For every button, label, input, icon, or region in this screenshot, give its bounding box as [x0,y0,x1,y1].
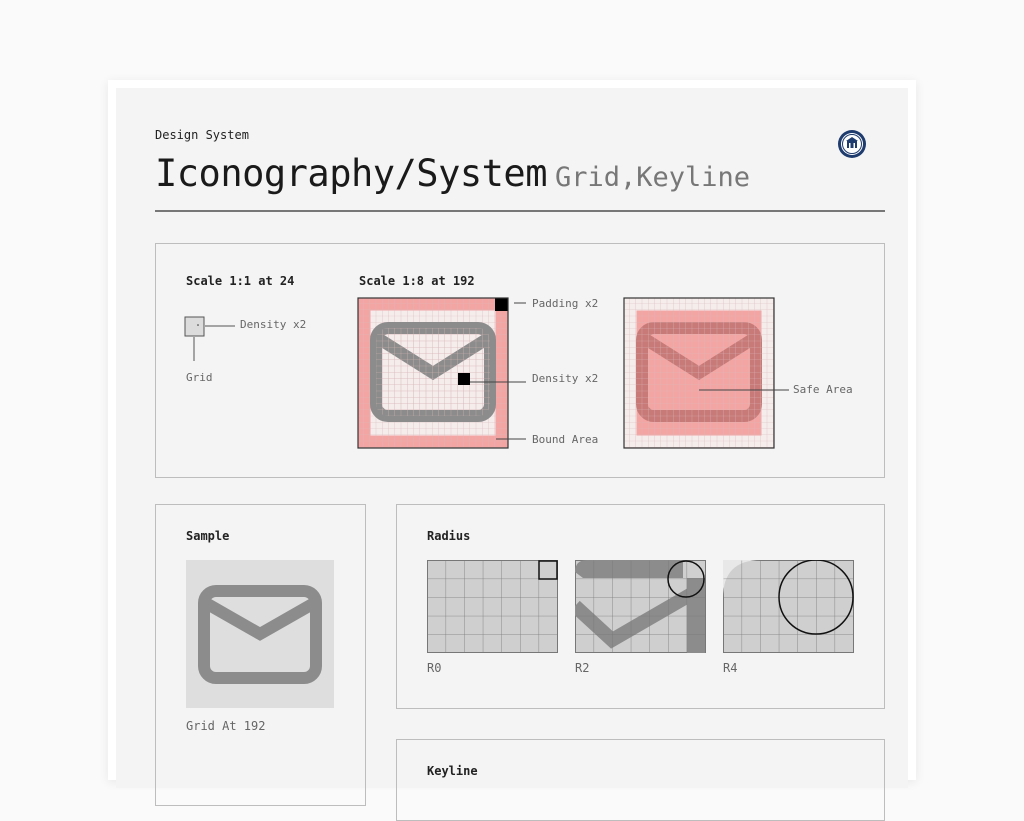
mail-icon [186,560,334,708]
keyline-panel [396,739,885,821]
density-annotation-small: Density x2 [240,318,307,331]
radius-r4-caption: R4 [723,661,738,675]
title-divider [155,210,885,212]
page-subtitle: Grid,Keyline [554,162,751,193]
keyline-label: Keyline [427,764,478,778]
safe-area-annotation: Safe Area [793,383,853,396]
page-title: Iconography/System Grid,Keyline [155,152,750,195]
radius-r0-caption: R0 [427,661,442,675]
grid-annotation: Grid [186,371,213,384]
keyline-grid-safe [623,297,775,449]
density-leader-line [205,325,235,327]
radius-r2-preview [575,560,706,653]
eyebrow-label: Design System [155,128,249,142]
radius-r0-preview [427,560,558,653]
scale-small-label: Scale 1:1 at 24 [186,274,295,288]
scale-large-label: Scale 1:8 at 192 [359,274,475,288]
sample-label: Sample [186,529,230,543]
seal-logo-icon [838,130,866,158]
radius-r4-preview [723,560,854,653]
radius-r2-caption: R2 [575,661,590,675]
bound-area-annotation: Bound Area [532,433,599,446]
radius-label: Radius [427,529,471,543]
padding-annotation: Padding x2 [532,297,599,310]
sheet-content: Design System Iconography/System Grid,Key… [116,88,908,821]
sample-caption: Grid At 192 [186,719,266,733]
title-text: Iconography/System [155,152,547,195]
design-sheet: Design System Iconography/System Grid,Key… [108,80,916,821]
safe-area-leader [699,389,789,391]
density-annotation-large: Density x2 [532,372,599,385]
grid1-leaders [470,302,526,440]
